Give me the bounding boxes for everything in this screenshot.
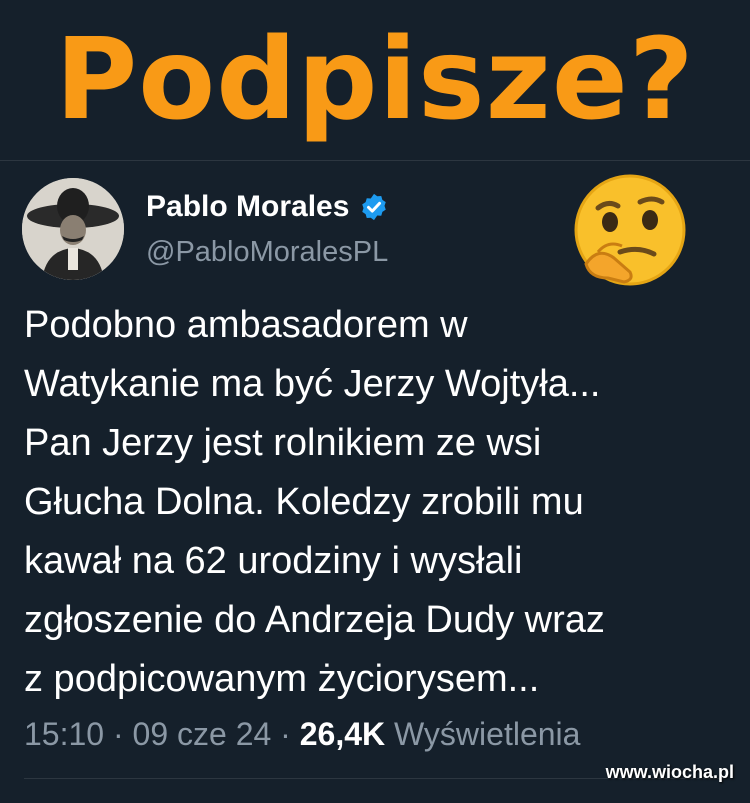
tweet-time[interactable]: 15:10 — [24, 716, 104, 752]
separator-dot: · — [112, 716, 133, 752]
tweet-date[interactable]: 09 cze 24 — [133, 716, 272, 752]
tweet-meta: 15:10 · 09 cze 24 · 26,4K Wyświetlenia — [24, 716, 580, 753]
author-handle[interactable]: @PabloMoralesPL — [146, 236, 388, 269]
verified-badge-icon — [362, 193, 387, 221]
divider — [0, 160, 750, 161]
avatar[interactable] — [22, 178, 124, 280]
author-name-label: Pablo Morales — [146, 190, 350, 223]
thinking-face-icon — [574, 174, 686, 286]
separator-dot: · — [280, 716, 300, 752]
tweet-text: Podobno ambasadorem w Watykanie ma być J… — [24, 304, 605, 700]
author-name[interactable]: Pablo Morales — [146, 190, 389, 224]
headline: Podpisze? — [55, 15, 695, 145]
watermark: www.wiocha.pl — [605, 762, 734, 782]
views-label: Wyświetlenia — [394, 716, 581, 752]
views-count: 26,4K — [299, 716, 386, 752]
